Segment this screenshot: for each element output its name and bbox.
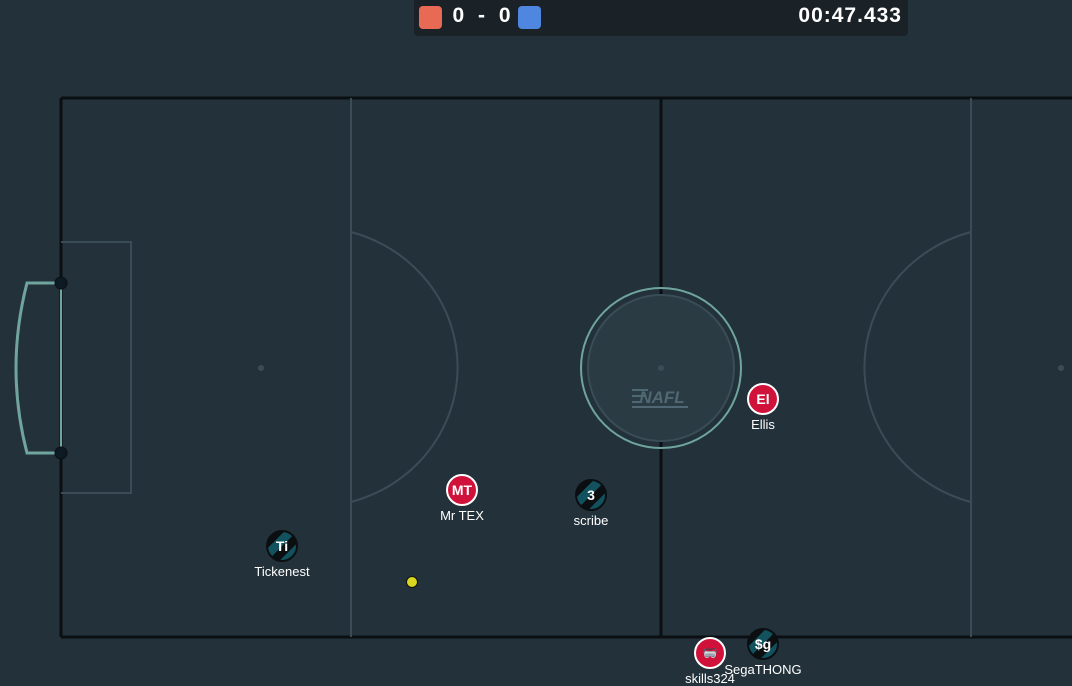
red-team-swatch <box>419 6 442 29</box>
red-score: 0 <box>452 4 466 27</box>
player-avatar: El <box>747 383 779 415</box>
player-avatar: 3 <box>575 479 607 511</box>
score-separator: - <box>478 4 486 27</box>
left-goal-post-top <box>54 276 68 290</box>
blue-team-swatch <box>518 6 541 29</box>
left-penalty-arc <box>350 231 459 503</box>
player-avatar: Ti <box>266 530 298 562</box>
match-clock: 00:47.433 <box>798 4 902 27</box>
left-goal-net <box>14 281 61 455</box>
score: 0 - 0 <box>447 4 517 28</box>
scoreboard: 0 - 0 00:47.433 <box>414 0 908 36</box>
centre-spot <box>658 365 664 371</box>
ball <box>406 576 418 588</box>
left-penalty-spot <box>258 365 264 371</box>
player-name: Tickenest <box>254 564 310 579</box>
player-avatar: $g <box>747 628 779 660</box>
left-goal-post-bottom <box>54 446 68 460</box>
player-name: scribe <box>573 513 609 528</box>
right-penalty-arc <box>863 231 972 503</box>
game-stage: NAFL 0 - 0 00:47.433 Ti Tickenest MT Mr … <box>0 0 1072 686</box>
player-name: Ellis <box>751 417 775 432</box>
right-penalty-spot <box>1058 365 1064 371</box>
left-goal-box <box>61 241 132 494</box>
league-logo: NAFL <box>632 388 688 408</box>
blue-score: 0 <box>498 4 512 27</box>
player-name: SegaTHONG <box>724 662 802 677</box>
player-avatar: MT <box>446 474 478 506</box>
league-logo-text: NAFL <box>639 388 684 407</box>
pitch: NAFL <box>14 96 1072 639</box>
